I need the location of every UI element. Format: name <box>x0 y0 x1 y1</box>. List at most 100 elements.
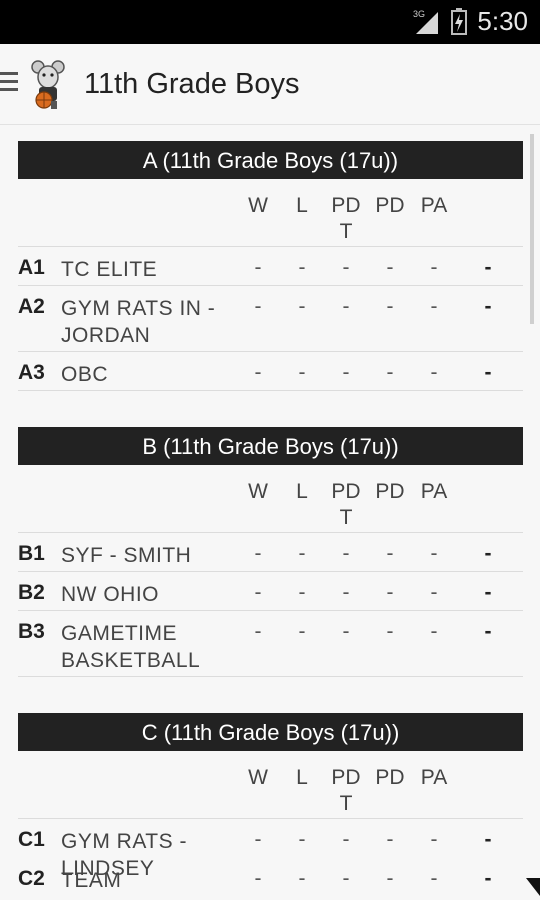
scroll-down-icon[interactable] <box>526 878 540 900</box>
table-row[interactable]: A2 GYM RATS IN - JORDAN - - - - - - <box>18 286 523 352</box>
col-w: W <box>248 480 268 503</box>
table-row[interactable]: A1 TC ELITE - - - - - - <box>18 247 523 286</box>
team-name: TC ELITE <box>61 258 158 281</box>
col-pd: PD <box>375 766 405 789</box>
value-l: - <box>298 867 306 890</box>
col-l: L <box>296 480 308 503</box>
value-pa: - <box>430 542 438 565</box>
table-row[interactable]: B3 GAMETIME BASKETBALL - - - - - - <box>18 611 523 677</box>
team-name: GAMETIME BASKETBALL <box>61 622 201 672</box>
table-row[interactable]: B2 NW OHIO - - - - - - <box>18 572 523 611</box>
table-row[interactable]: C2 TEAM - - - - - - <box>18 867 523 900</box>
col-pdt: PDT <box>331 194 361 243</box>
table-row[interactable]: A3 OBC - - - - - - <box>18 352 523 391</box>
col-pd: PD <box>375 194 405 217</box>
value-pa: - <box>430 867 438 890</box>
value-pd: - <box>386 361 394 384</box>
value-extra: - <box>484 620 492 643</box>
value-pa: - <box>430 256 438 279</box>
value-extra: - <box>484 867 492 890</box>
value-l: - <box>298 542 306 565</box>
app-logo-icon[interactable] <box>28 58 68 110</box>
col-pa: PA <box>420 194 448 217</box>
value-pd: - <box>386 256 394 279</box>
group-c: C (11th Grade Boys (17u)) W L PDT PD PA … <box>18 713 523 900</box>
col-l: L <box>296 194 308 217</box>
value-l: - <box>298 256 306 279</box>
value-w: - <box>254 256 262 279</box>
seed: A1 <box>18 256 45 279</box>
table-row[interactable]: B1 SYF - SMITH - - - - - - <box>18 533 523 572</box>
value-l: - <box>298 620 306 643</box>
battery-icon <box>451 8 467 35</box>
value-w: - <box>254 620 262 643</box>
value-pd: - <box>386 581 394 604</box>
team-name: TEAM <box>61 869 122 892</box>
value-pd: - <box>386 295 394 318</box>
network-label: 3G <box>413 9 425 19</box>
value-pdt: - <box>342 620 350 643</box>
clock: 5:30 <box>477 6 528 36</box>
value-pd: - <box>386 620 394 643</box>
page-title: 11th Grade Boys <box>84 68 300 100</box>
team-name: OBC <box>61 363 109 386</box>
signal-icon: 3G <box>413 9 438 34</box>
col-pa: PA <box>420 766 448 789</box>
seed: A2 <box>18 295 45 318</box>
value-pdt: - <box>342 295 350 318</box>
value-pa: - <box>430 620 438 643</box>
scrollbar[interactable] <box>530 134 534 324</box>
col-w: W <box>248 194 268 217</box>
seed: C1 <box>18 828 45 851</box>
group-b: B (11th Grade Boys (17u)) W L PDT PD PA … <box>18 427 523 677</box>
table-row[interactable]: C1 GYM RATS - LINDSEY - - - - - - <box>18 819 523 880</box>
value-pd: - <box>386 542 394 565</box>
group-header: A (11th Grade Boys (17u)) <box>18 141 523 179</box>
value-extra: - <box>484 581 492 604</box>
value-w: - <box>254 361 262 384</box>
value-pa: - <box>430 295 438 318</box>
value-pdt: - <box>342 828 350 851</box>
seed: C2 <box>18 867 45 890</box>
status-bar: 3G 5:30 <box>0 0 540 44</box>
col-l: L <box>296 766 308 789</box>
seed: B2 <box>18 581 45 604</box>
column-headers: W L PDT PD PA <box>18 751 523 819</box>
value-extra: - <box>484 256 492 279</box>
value-extra: - <box>484 295 492 318</box>
seed: A3 <box>18 361 45 384</box>
value-pa: - <box>430 361 438 384</box>
value-w: - <box>254 828 262 851</box>
column-headers: W L PDT PD PA <box>18 465 523 533</box>
value-w: - <box>254 581 262 604</box>
col-pdt: PDT <box>331 766 361 815</box>
value-pdt: - <box>342 867 350 890</box>
menu-icon[interactable] <box>0 72 22 96</box>
value-l: - <box>298 361 306 384</box>
value-pa: - <box>430 581 438 604</box>
value-pdt: - <box>342 581 350 604</box>
value-pa: - <box>430 828 438 851</box>
value-extra: - <box>484 361 492 384</box>
value-pdt: - <box>342 542 350 565</box>
value-w: - <box>254 542 262 565</box>
value-l: - <box>298 828 306 851</box>
col-pd: PD <box>375 480 405 503</box>
group-header: C (11th Grade Boys (17u)) <box>18 713 523 751</box>
column-headers: W L PDT PD PA <box>18 179 523 247</box>
value-extra: - <box>484 542 492 565</box>
col-pa: PA <box>420 480 448 503</box>
value-pdt: - <box>342 256 350 279</box>
col-pdt: PDT <box>331 480 361 529</box>
standings-list[interactable]: A (11th Grade Boys (17u)) W L PDT PD PA … <box>0 124 540 900</box>
value-w: - <box>254 867 262 890</box>
seed: B1 <box>18 542 45 565</box>
team-name: SYF - SMITH <box>61 544 192 567</box>
value-w: - <box>254 295 262 318</box>
value-pd: - <box>386 867 394 890</box>
value-l: - <box>298 581 306 604</box>
value-l: - <box>298 295 306 318</box>
team-name: NW OHIO <box>61 583 159 606</box>
group-a: A (11th Grade Boys (17u)) W L PDT PD PA … <box>18 141 523 391</box>
app-bar: 11th Grade Boys <box>0 44 540 125</box>
